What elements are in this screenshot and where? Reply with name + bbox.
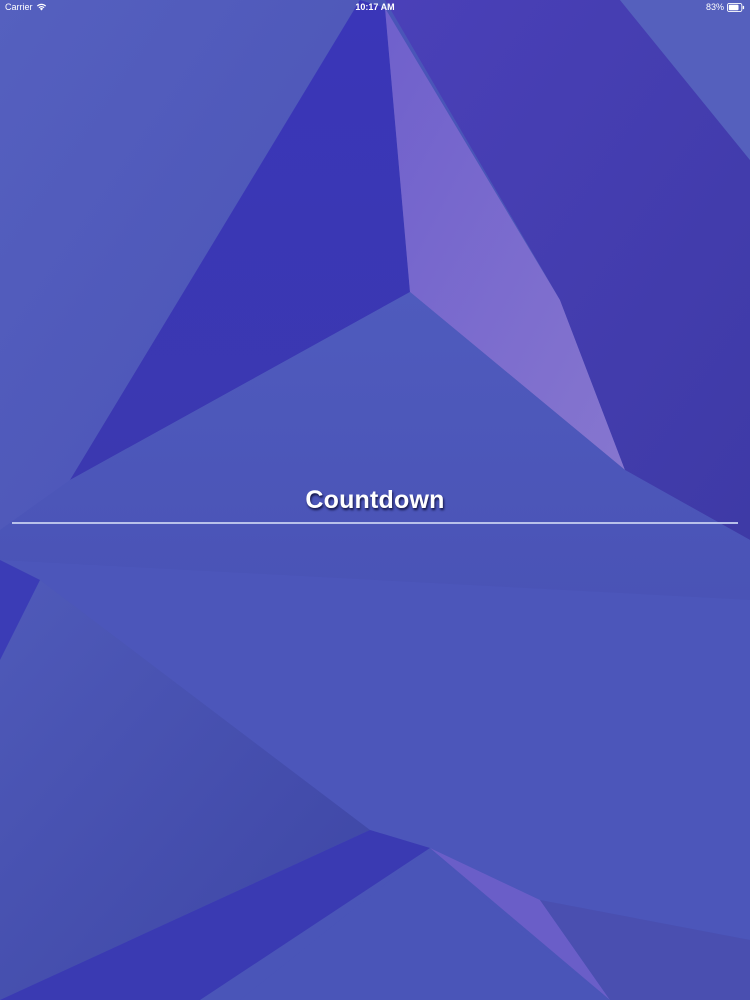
page-title: Countdown [305,486,445,514]
status-bar: Carrier 10:17 AM 83% [0,0,750,16]
title-area: Countdown [12,484,738,524]
title-divider [12,522,738,524]
battery-percent: 83% [705,2,724,12]
battery-icon [727,2,745,12]
app-screen: Carrier 10:17 AM 83% Countdown [0,0,750,1000]
status-time: 10:17 AM [355,2,395,12]
battery-indicator: 83% [706,2,745,12]
